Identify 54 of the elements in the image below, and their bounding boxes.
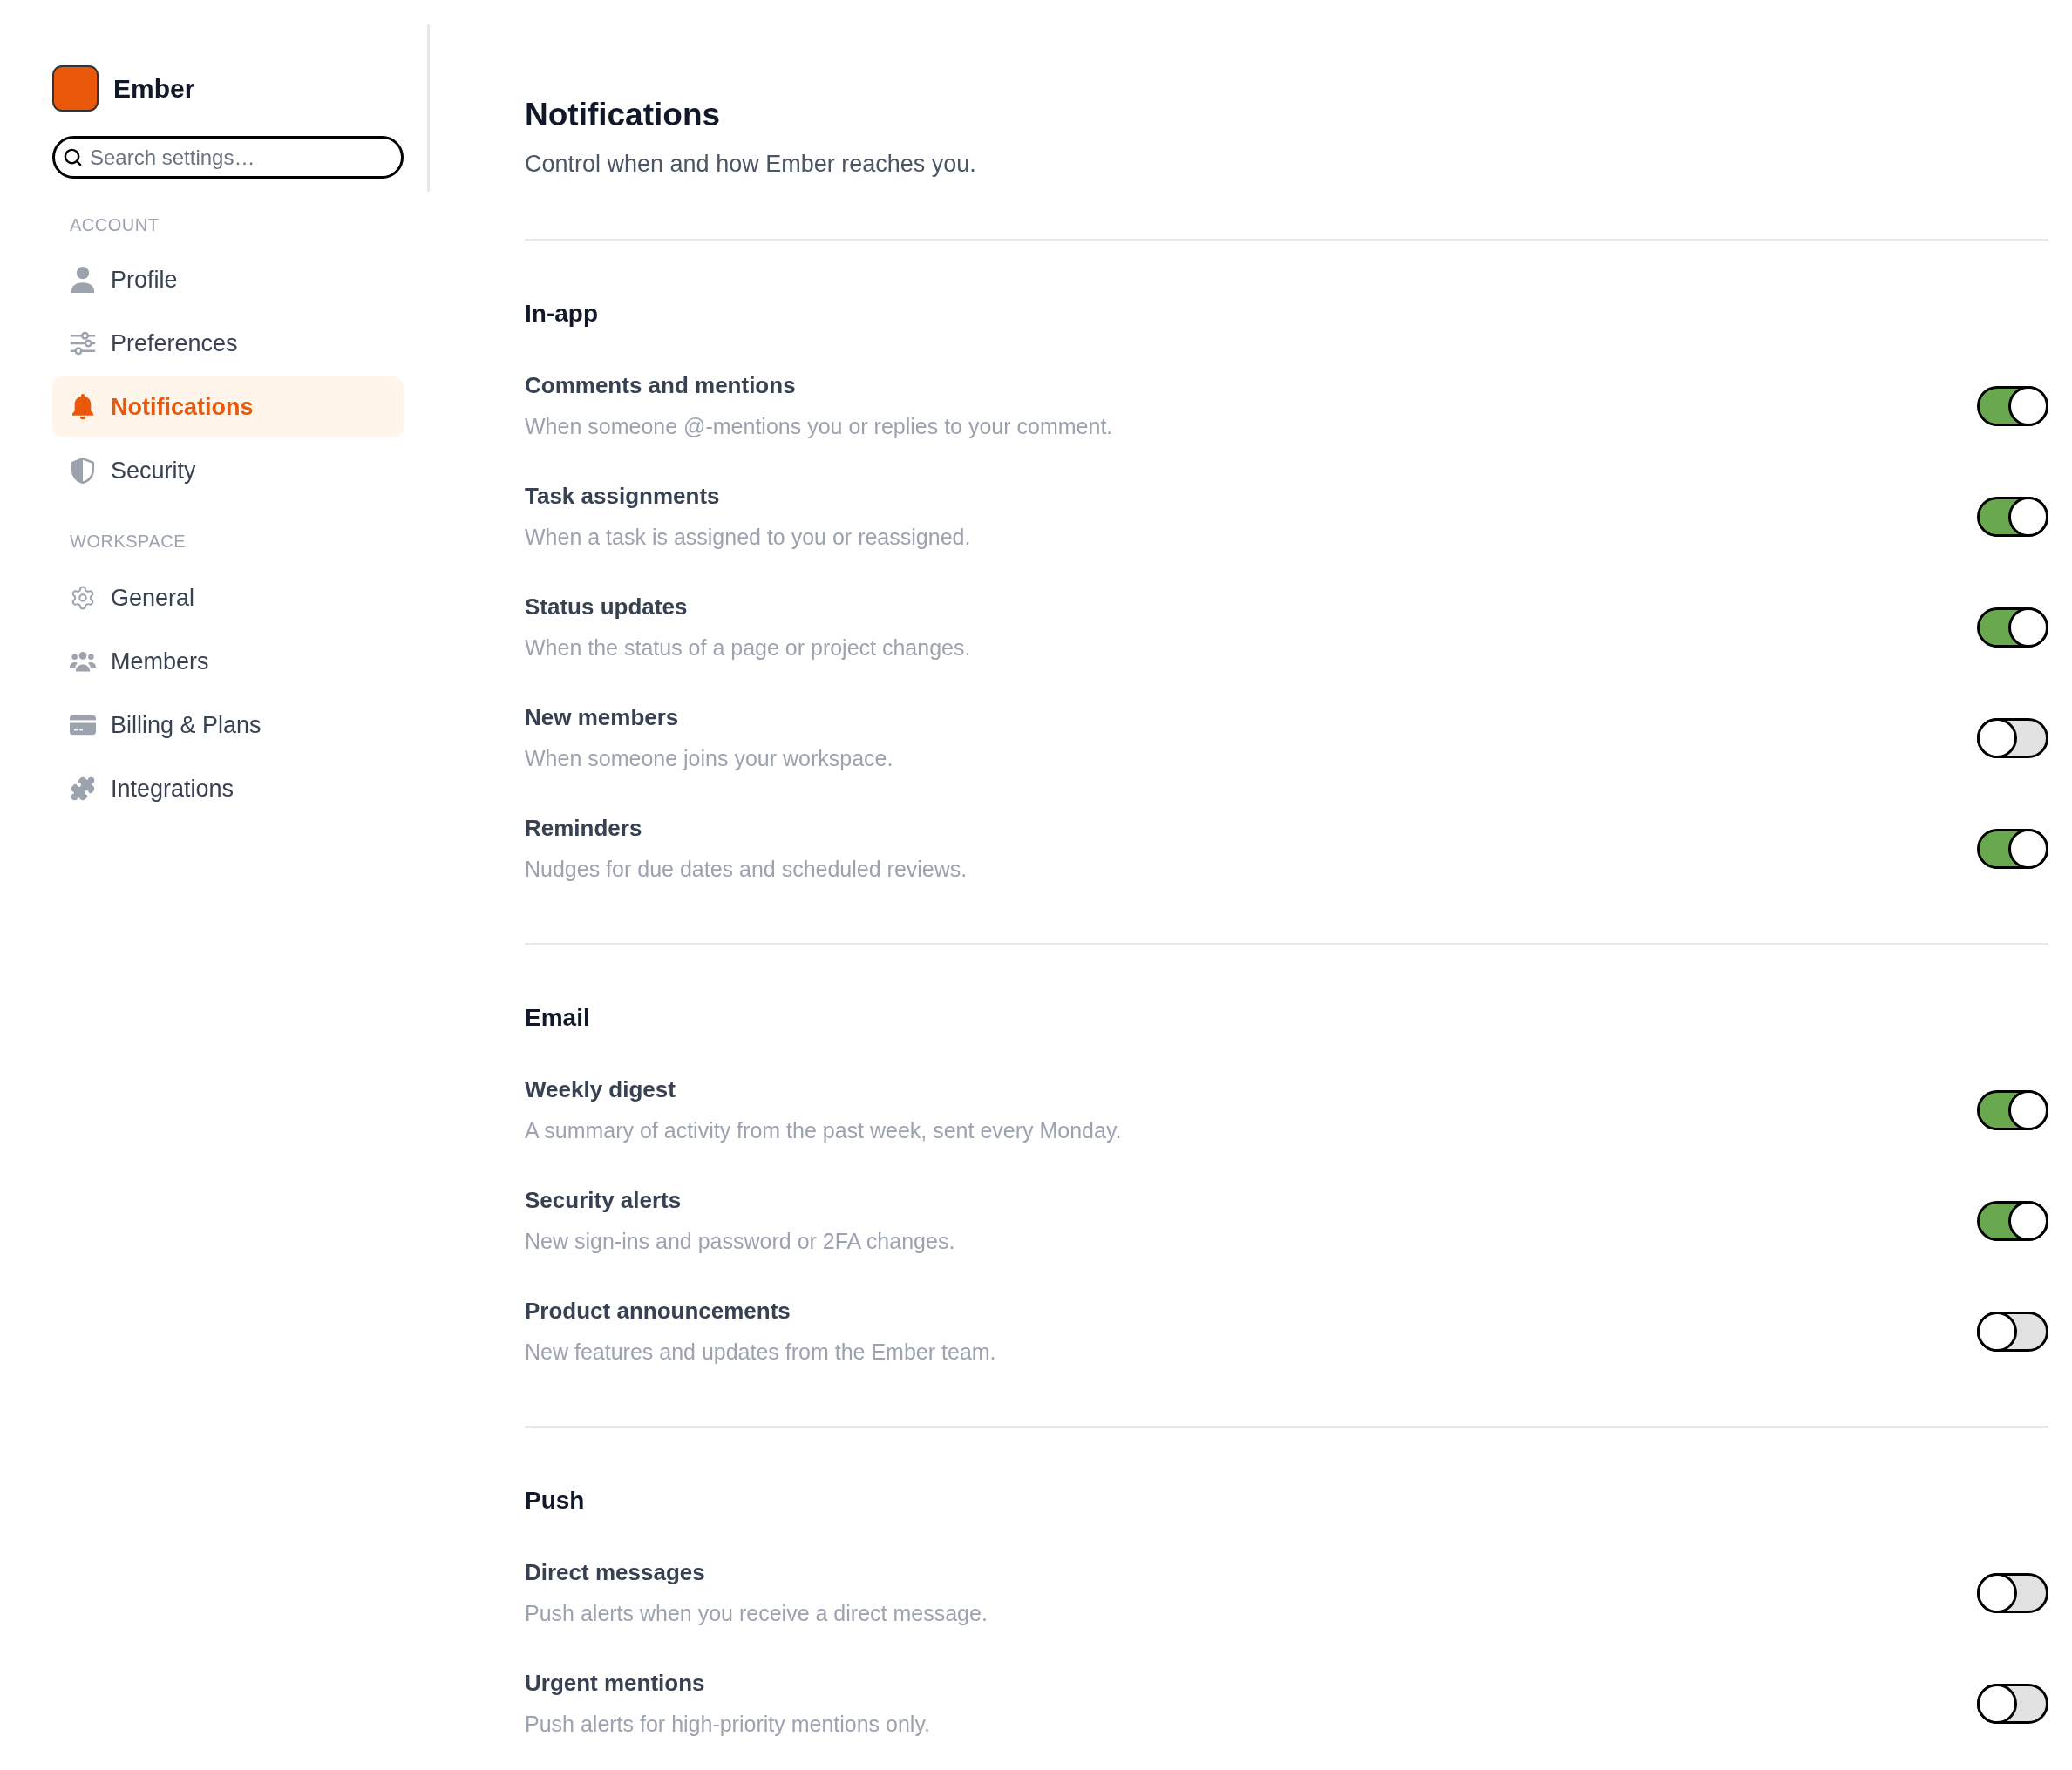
toggle-switch[interactable] xyxy=(1977,1572,2048,1613)
section-heading: Email xyxy=(525,1003,590,1033)
setting-description: A summary of activity from the past week, sent every Monday. xyxy=(525,1117,1122,1143)
toggle-switch[interactable] xyxy=(1977,1089,2048,1130)
sidebar-item[interactable]: Members xyxy=(52,631,404,692)
gear-icon xyxy=(70,585,96,611)
setting-title: Urgent mentions xyxy=(525,1670,705,1696)
sliders-icon xyxy=(70,330,96,356)
nav-section-label: WORKSPACE xyxy=(70,531,187,553)
setting-title: New members xyxy=(525,704,679,730)
puzzle-icon xyxy=(70,776,96,802)
sidebar-item[interactable]: Profile xyxy=(52,249,404,310)
toggle-switch[interactable] xyxy=(1977,1683,2048,1724)
section-heading: In-app xyxy=(525,299,598,329)
setting-description: When a task is assigned to you or reassigned. xyxy=(525,524,971,550)
shield-icon xyxy=(70,458,96,484)
setting-description: Push alerts when you receive a direct message. xyxy=(525,1600,988,1626)
sidebar-item[interactable]: General xyxy=(52,567,404,628)
toggle-switch[interactable] xyxy=(1977,607,2048,648)
setting-description: New features and updates from the Ember team. xyxy=(525,1339,996,1365)
bell-icon xyxy=(70,394,96,420)
setting-title: Comments and mentions xyxy=(525,372,796,398)
sidebar-item[interactable]: Integrations xyxy=(52,758,404,819)
setting-description: When the status of a page or project changes. xyxy=(525,634,971,661)
sidebar-item[interactable]: Preferences xyxy=(52,313,404,374)
setting-description: New sign-ins and password or 2FA changes. xyxy=(525,1228,955,1254)
setting-title: Reminders xyxy=(525,815,642,841)
logo-icon xyxy=(52,65,99,112)
nav-section-label: ACCOUNT xyxy=(70,214,160,236)
toggle-switch[interactable] xyxy=(1977,828,2048,869)
sidebar-item[interactable]: Security xyxy=(52,440,404,501)
setting-title: Product announcements xyxy=(525,1298,791,1324)
page-subtitle: Control when and how Ember reaches you. xyxy=(525,150,976,178)
search-icon xyxy=(63,147,83,167)
setting-title: Task assignments xyxy=(525,483,720,509)
section-heading: Push xyxy=(525,1486,585,1516)
setting-description: When someone @-mentions you or replies to your comment. xyxy=(525,413,1113,439)
toggle-switch[interactable] xyxy=(1977,496,2048,537)
setting-title: Direct messages xyxy=(525,1559,705,1585)
setting-title: Status updates xyxy=(525,593,688,620)
setting-description: Push alerts for high-priority mentions only. xyxy=(525,1711,930,1737)
search-field[interactable]: Search settings… xyxy=(52,136,404,179)
brand-name: Ember xyxy=(113,72,195,105)
setting-title: Weekly digest xyxy=(525,1076,676,1102)
toggle-switch[interactable] xyxy=(1977,385,2048,426)
setting-title: Security alerts xyxy=(525,1187,682,1213)
person-icon xyxy=(70,267,96,293)
setting-description: When someone joins your workspace. xyxy=(525,745,893,771)
sidebar-item[interactable]: Billing & Plans xyxy=(52,695,404,756)
toggle-switch[interactable] xyxy=(1977,1200,2048,1241)
page-title: Notifications xyxy=(525,96,721,134)
setting-description: Nudges for due dates and scheduled reviews. xyxy=(525,856,968,882)
toggle-switch[interactable] xyxy=(1977,1311,2048,1352)
toggle-switch[interactable] xyxy=(1977,717,2048,758)
